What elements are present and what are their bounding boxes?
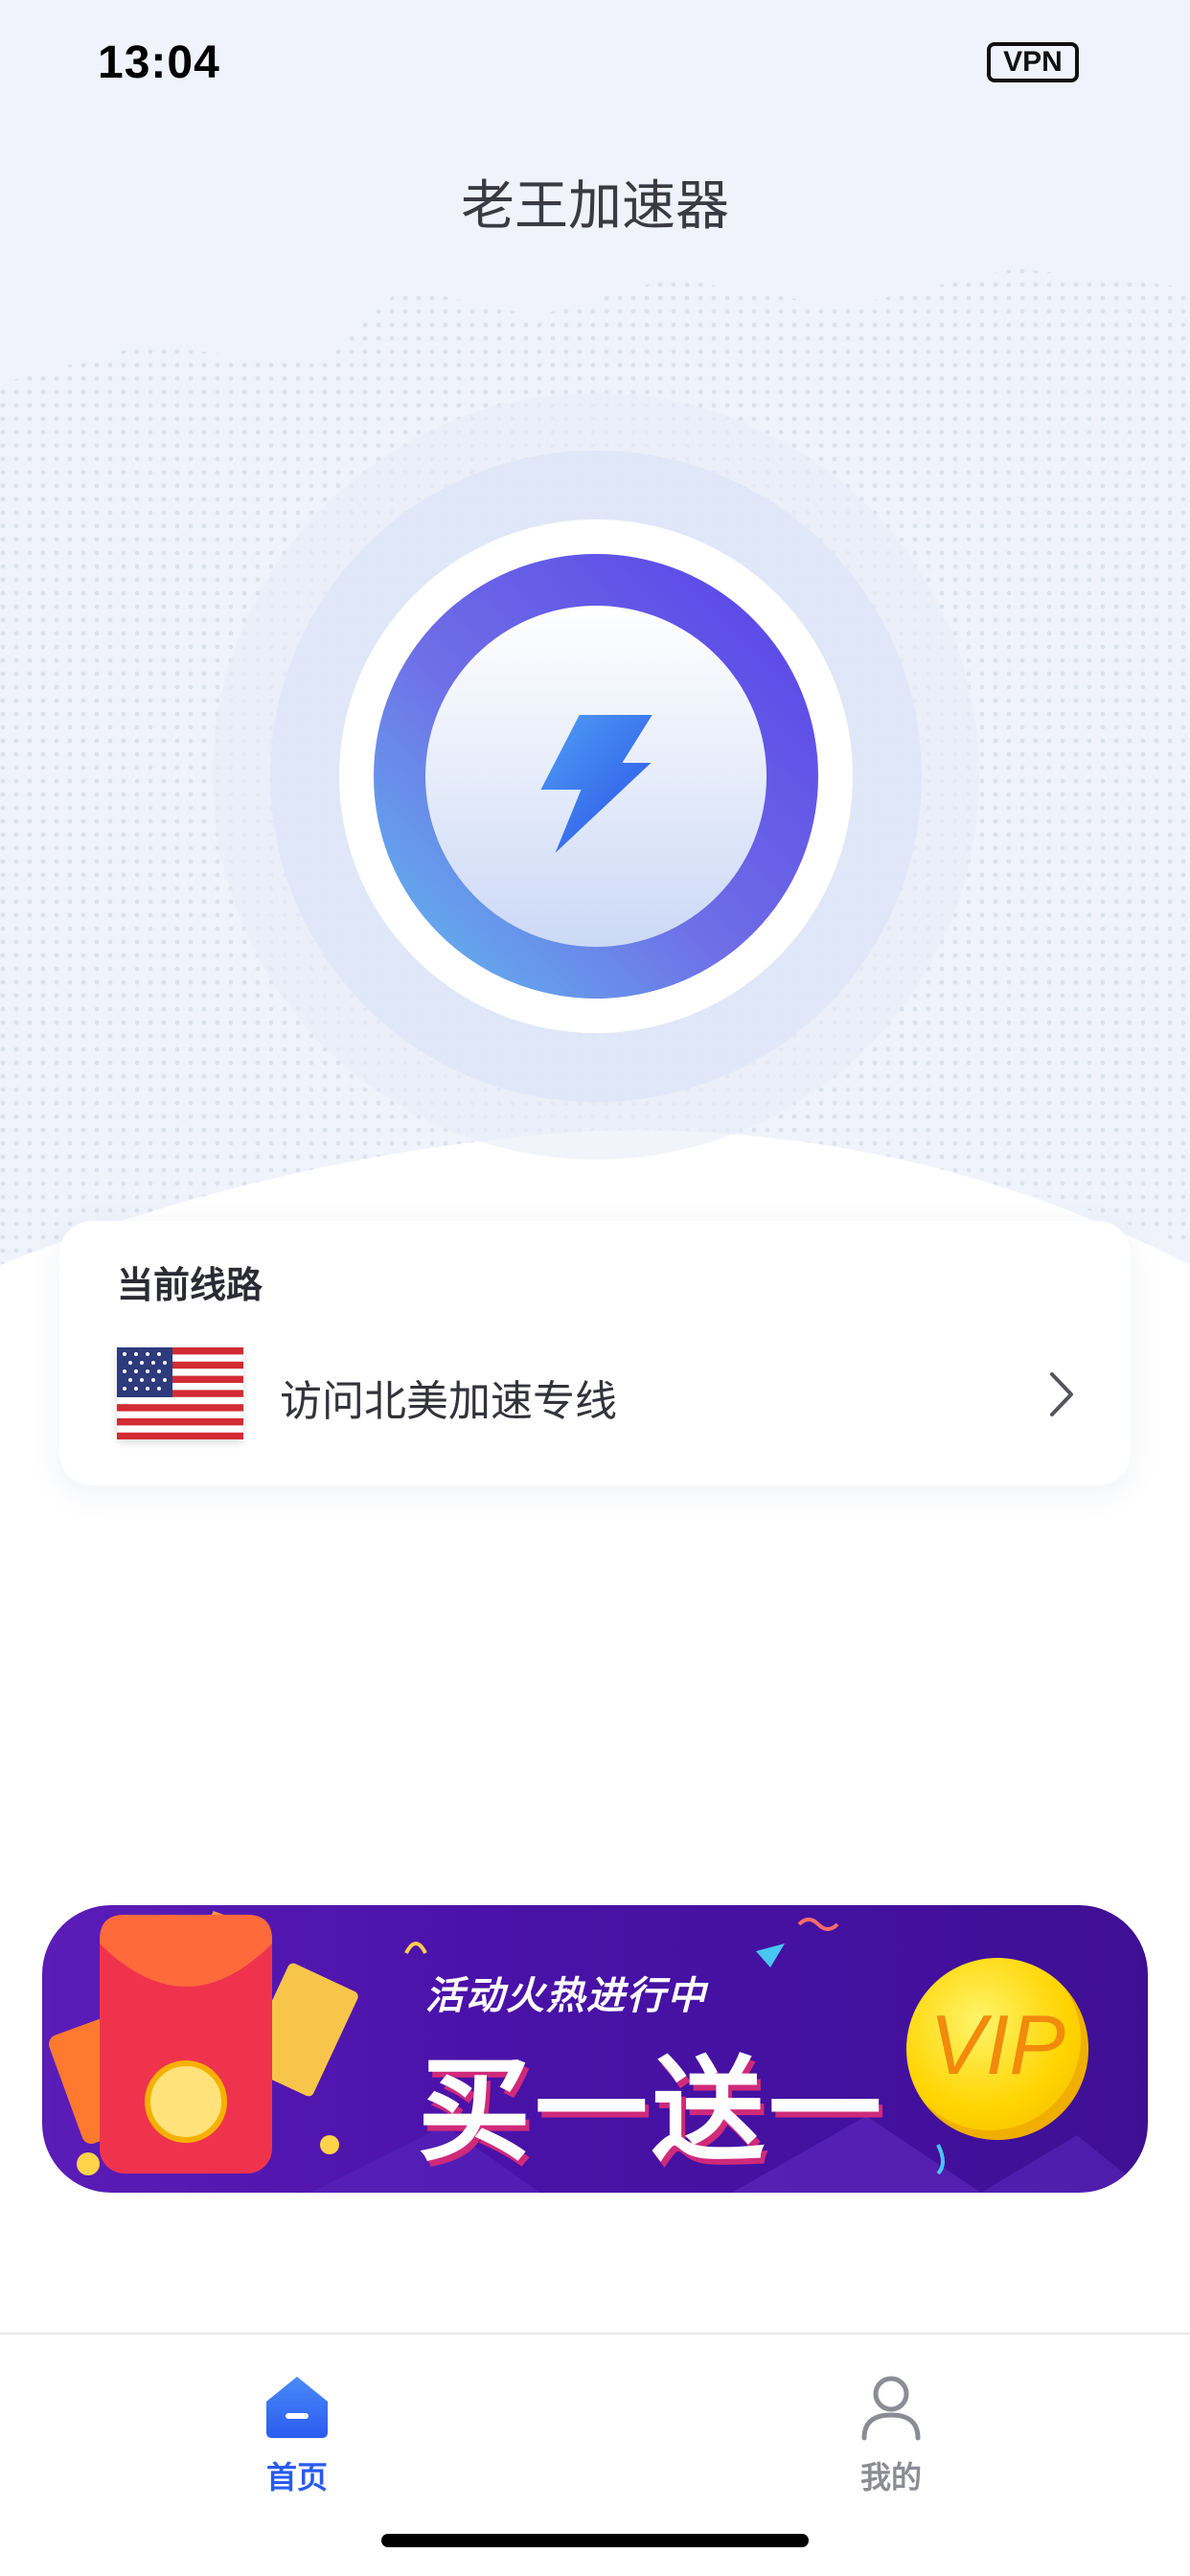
- promo-subtitle: 活动火热进行中: [425, 1974, 707, 2018]
- us-flag-icon: [117, 1347, 243, 1439]
- promo-headline: 买一送一: [418, 2044, 886, 2176]
- home-icon: [266, 2377, 328, 2438]
- vip-label: VIP: [929, 1997, 1065, 2092]
- current-route-card: 当前线路 访问北美加速专线: [59, 1221, 1131, 1485]
- route-selector[interactable]: 访问北美加速专线: [59, 1336, 1131, 1451]
- tab-mine-label: 我的: [859, 2459, 922, 2496]
- vpn-badge: VPN: [987, 42, 1079, 82]
- tab-home-label: 首页: [265, 2459, 328, 2496]
- promo-banner[interactable]: 活动火热进行中 买一送一 VIP: [42, 1905, 1148, 2193]
- vip-coin-badge: VIP: [906, 1958, 1088, 2140]
- tab-home[interactable]: 首页: [201, 2354, 393, 2497]
- route-name: 访问北美加速专线: [280, 1377, 617, 1426]
- connect-button[interactable]: [213, 393, 979, 1160]
- red-envelope-icon: [49, 1915, 358, 2175]
- home-indicator: [381, 2534, 809, 2547]
- status-bar: 13:04 VPN: [0, 0, 1190, 125]
- page-title: 老王加速器: [461, 175, 729, 238]
- user-icon: [861, 2376, 921, 2441]
- chevron-right-icon: [1050, 1372, 1073, 1416]
- status-time: 13:04: [98, 37, 220, 88]
- tab-mine[interactable]: 我的: [795, 2354, 987, 2497]
- route-caption: 当前线路: [117, 1264, 263, 1306]
